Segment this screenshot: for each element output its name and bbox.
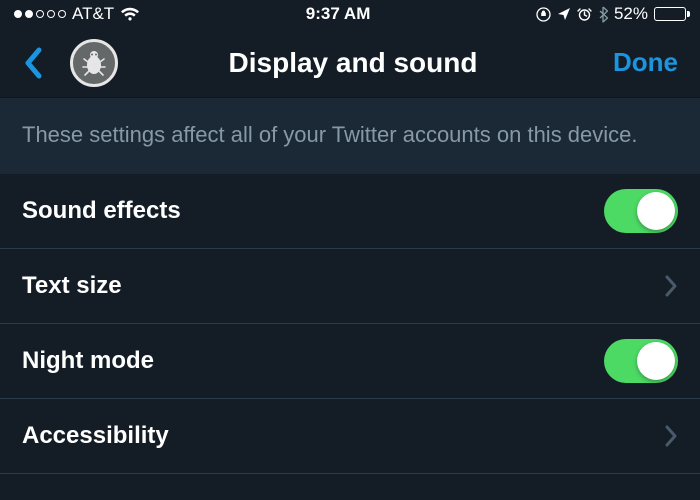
back-button[interactable] bbox=[22, 46, 44, 80]
signal-strength-icon bbox=[14, 10, 66, 18]
sound-effects-toggle[interactable] bbox=[604, 189, 678, 233]
status-right: 52% bbox=[536, 4, 686, 24]
row-label: Sound effects bbox=[22, 197, 181, 225]
night-mode-toggle[interactable] bbox=[604, 339, 678, 383]
battery-percent: 52% bbox=[614, 4, 648, 24]
row-sound-effects[interactable]: Sound effects bbox=[0, 174, 700, 249]
row-label: Text size bbox=[22, 272, 122, 300]
status-left: AT&T bbox=[14, 4, 140, 24]
wifi-icon bbox=[120, 7, 140, 22]
nav-bar: Display and sound Done bbox=[0, 28, 700, 98]
location-arrow-icon bbox=[557, 7, 571, 21]
bug-icon bbox=[80, 49, 108, 77]
avatar[interactable] bbox=[70, 39, 118, 87]
alarm-clock-icon bbox=[577, 7, 592, 22]
page-title: Display and sound bbox=[118, 47, 588, 79]
row-accessibility[interactable]: Accessibility bbox=[0, 399, 700, 474]
done-button[interactable]: Done bbox=[588, 47, 678, 78]
row-label: Night mode bbox=[22, 347, 154, 375]
orientation-lock-icon bbox=[536, 7, 551, 22]
status-bar: AT&T 9:37 AM 52% bbox=[0, 0, 700, 28]
row-night-mode[interactable]: Night mode bbox=[0, 324, 700, 399]
carrier-label: AT&T bbox=[72, 4, 114, 24]
nav-left bbox=[22, 39, 118, 87]
bluetooth-icon bbox=[598, 6, 608, 23]
status-time: 9:37 AM bbox=[306, 4, 371, 24]
row-text-size[interactable]: Text size bbox=[0, 249, 700, 324]
chevron-right-icon bbox=[664, 424, 678, 448]
battery-icon bbox=[654, 7, 686, 21]
section-description: These settings affect all of your Twitte… bbox=[0, 98, 700, 174]
row-label: Accessibility bbox=[22, 422, 169, 450]
chevron-right-icon bbox=[664, 274, 678, 298]
